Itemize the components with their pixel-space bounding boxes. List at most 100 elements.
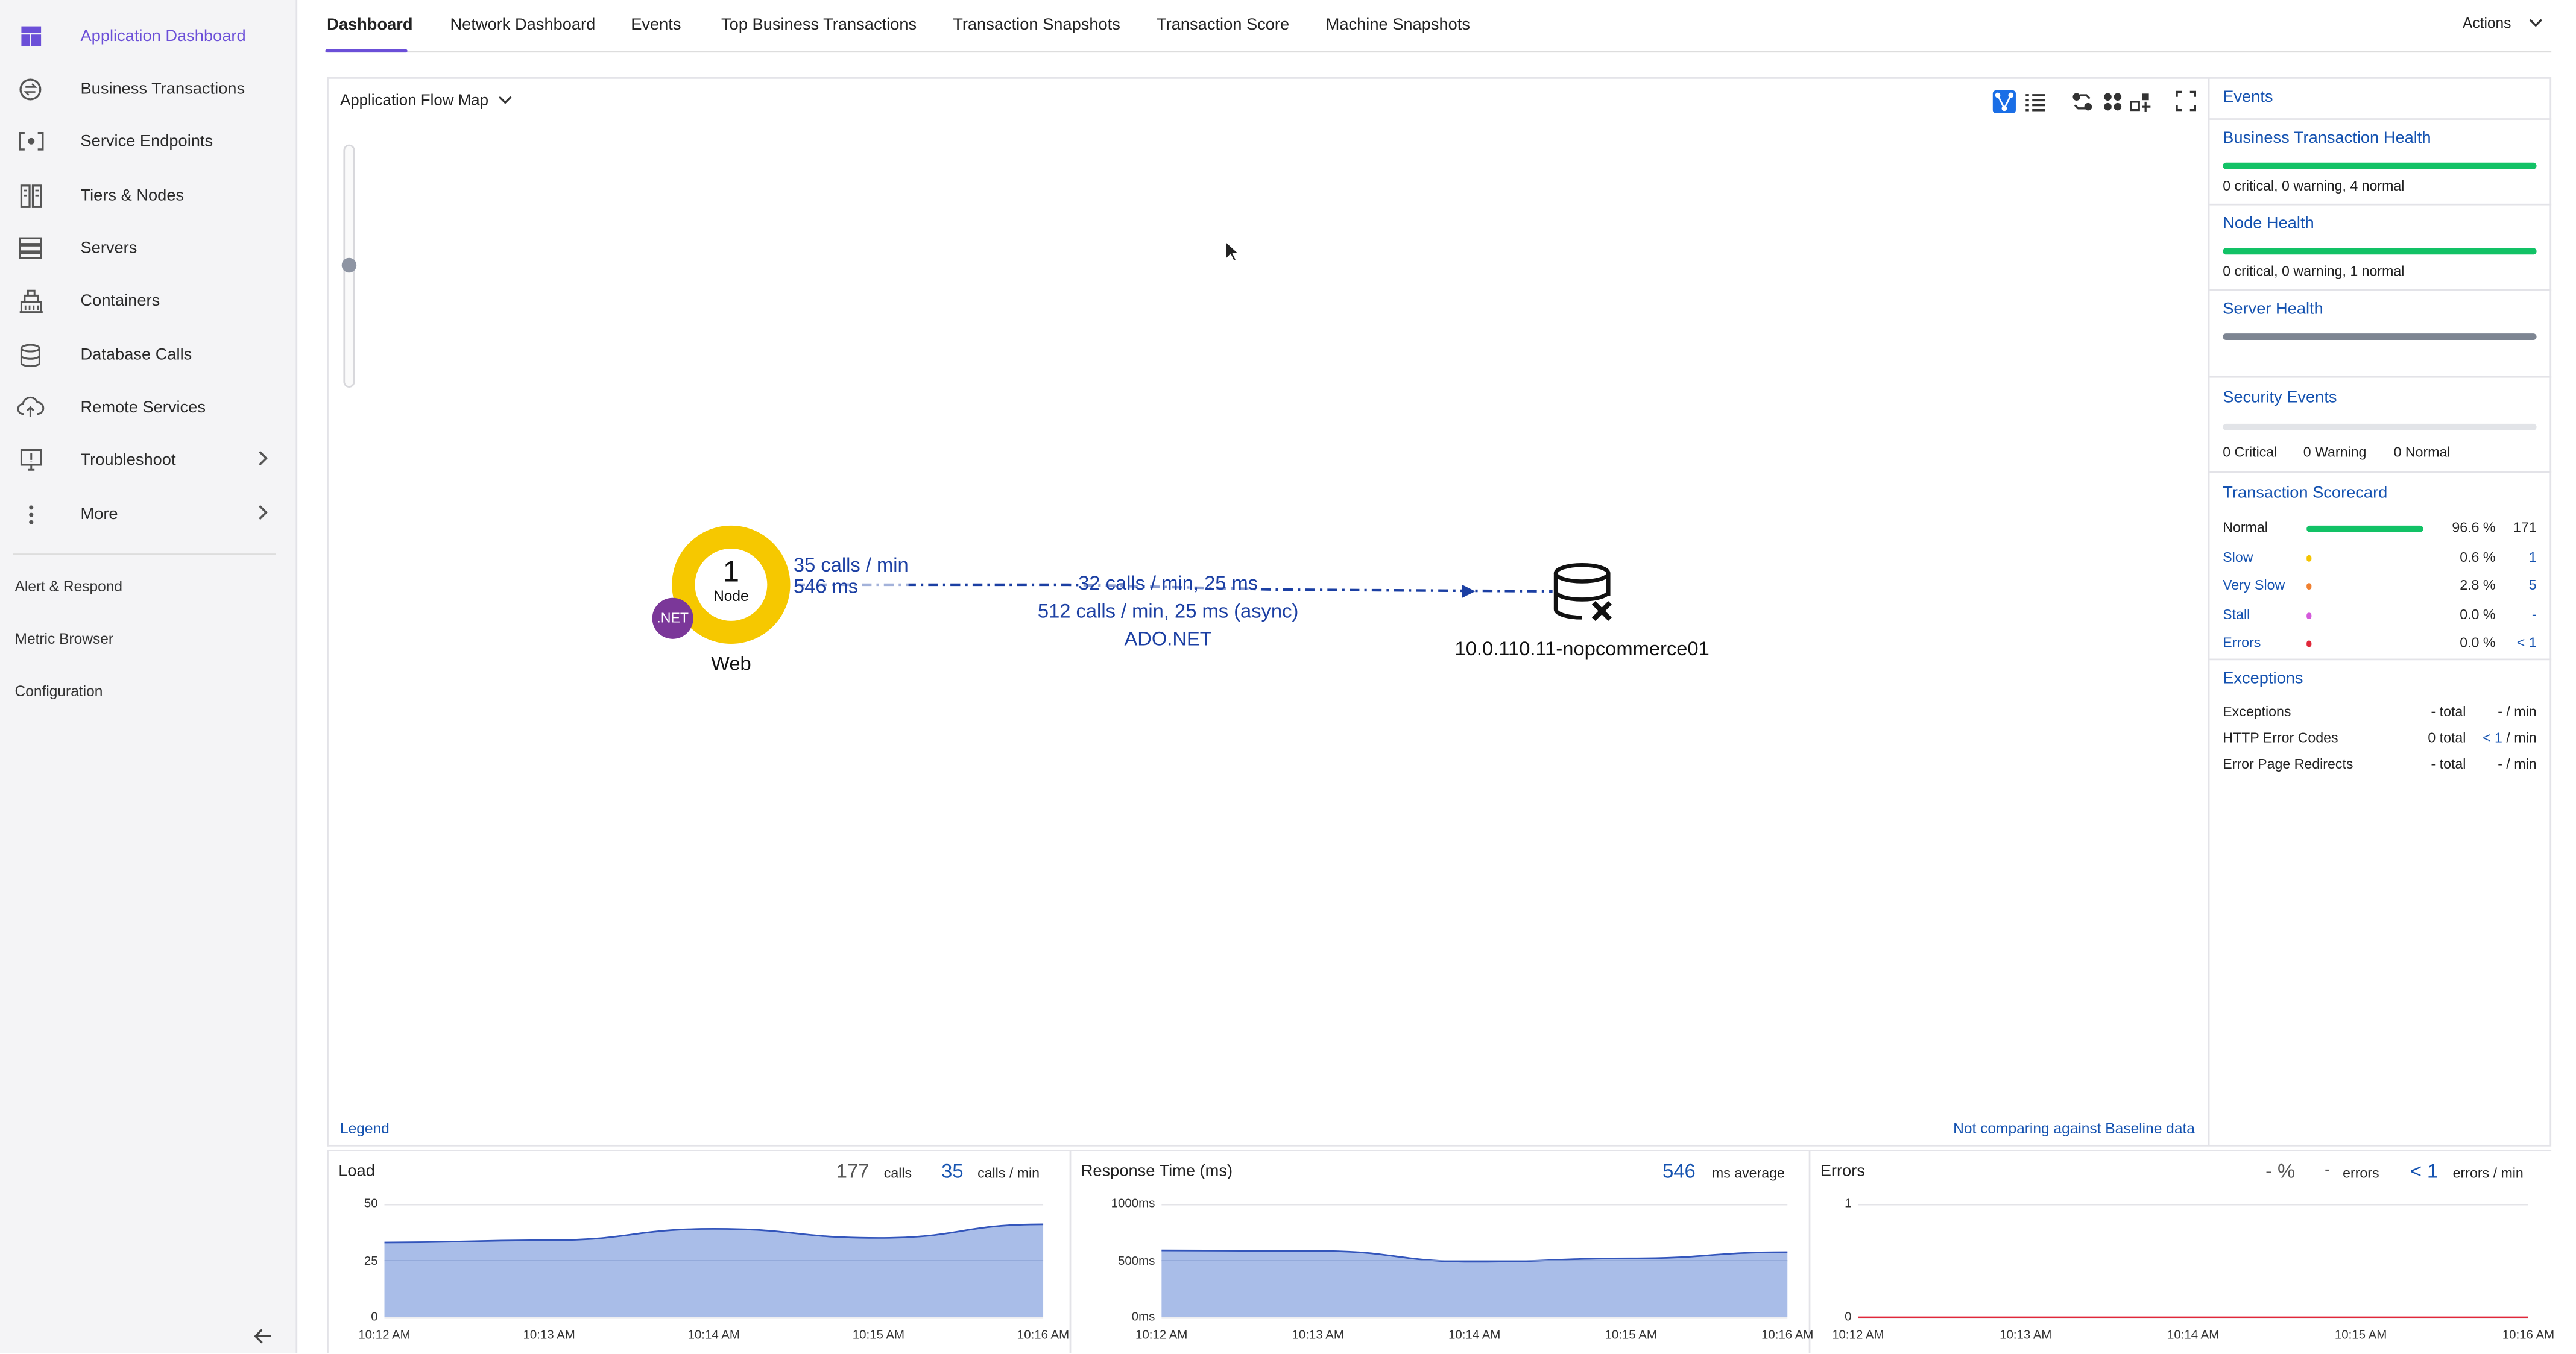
containers-icon <box>16 286 44 314</box>
http-error-codes-rate-link[interactable]: < 1 <box>2483 729 2502 746</box>
sidebar-item-containers[interactable]: Containers <box>0 276 297 326</box>
scorecard-label[interactable]: Stall <box>2223 606 2250 622</box>
x-tick-label: 10:12 AM <box>358 1327 411 1342</box>
x-tick-label: 10:16 AM <box>1761 1327 1814 1342</box>
auto-arrange-icon[interactable] <box>2070 90 2093 113</box>
scorecard-row[interactable]: Errors 0.0 % < 1 <box>2223 635 2536 655</box>
edge-sync-calls: 32 calls / min, 25 ms <box>1078 570 1258 598</box>
bt-health-bar <box>2223 162 2537 169</box>
scorecard-label[interactable]: Very Slow <box>2223 577 2285 593</box>
edge-async-calls: 512 calls / min, 25 ms (async) <box>1037 599 1299 623</box>
actions-menu[interactable]: Actions <box>2463 15 2543 31</box>
node-type: Node <box>713 588 749 605</box>
zoom-slider-handle[interactable] <box>341 257 357 273</box>
load-rate-value: 35 <box>941 1159 964 1183</box>
load-chart-plot[interactable] <box>384 1204 1047 1320</box>
scorecard-row[interactable]: Stall 0.0 % - <box>2223 606 2536 626</box>
sidebar-link-alert-respond[interactable]: Alert & Respond <box>15 578 123 594</box>
load-chart-title: Load <box>338 1162 375 1181</box>
divider <box>2209 289 2552 291</box>
fullscreen-icon[interactable] <box>2175 90 2198 113</box>
sidebar-item-service-endpoints[interactable]: Service Endpoints <box>0 116 297 166</box>
divider <box>2209 118 2552 120</box>
x-tick-label: 10:16 AM <box>2502 1327 2555 1342</box>
node-health-link[interactable]: Node Health <box>2223 215 2314 233</box>
sidebar-item-application-dashboard[interactable]: Application Dashboard <box>0 11 297 61</box>
tab-transaction-snapshots[interactable]: Transaction Snapshots <box>953 16 1120 34</box>
transaction-scorecard-link[interactable]: Transaction Scorecard <box>2223 485 2387 503</box>
http-error-codes-total: 0 total <box>2428 729 2466 746</box>
node-health-bar <box>2223 248 2537 255</box>
bt-health-link[interactable]: Business Transaction Health <box>2223 130 2431 148</box>
scorecard-label[interactable]: Errors <box>2223 635 2261 651</box>
baseline-link[interactable]: Not comparing against Baseline data <box>1889 1120 2195 1136</box>
load-rate-unit: calls / min <box>977 1164 1040 1181</box>
flow-map-selector[interactable]: Application Flow Map <box>340 92 513 110</box>
exceptions-link[interactable]: Exceptions <box>2223 670 2303 688</box>
y-tick-label: 1 <box>1845 1195 1852 1211</box>
sidebar-item-label: More <box>80 505 118 523</box>
scorecard-count[interactable]: < 1 <box>2496 635 2537 651</box>
x-tick-label: 10:13 AM <box>2000 1327 2052 1342</box>
group-nodes-icon[interactable] <box>2101 90 2124 113</box>
list-view-icon[interactable] <box>2024 90 2047 113</box>
scorecard-label[interactable]: Slow <box>2223 548 2253 564</box>
tab-top-business-transactions[interactable]: Top Business Transactions <box>721 16 917 34</box>
sidebar-item-label: Troubleshoot <box>80 450 176 469</box>
node-health-summary: 0 critical, 0 warning, 1 normal <box>2223 262 2405 280</box>
node-count: 1 <box>722 555 740 588</box>
security-events-link[interactable]: Security Events <box>2223 389 2337 408</box>
security-events-bar <box>2223 423 2537 430</box>
scorecard-row[interactable]: Very Slow 2.8 % 5 <box>2223 577 2536 597</box>
chevron-down-icon <box>498 96 512 104</box>
tab-transaction-score[interactable]: Transaction Score <box>1157 16 1289 34</box>
sidebar-item-more[interactable]: More <box>0 490 297 539</box>
scorecard-count[interactable]: - <box>2496 606 2537 622</box>
app-root: Application Dashboard Business Transacti… <box>0 0 2576 1353</box>
sidebar-link-metric-browser[interactable]: Metric Browser <box>15 631 114 647</box>
scorecard-label: Normal <box>2223 518 2268 536</box>
tab-machine-snapshots[interactable]: Machine Snapshots <box>1326 16 1470 34</box>
http-error-codes-label: HTTP Error Codes <box>2223 729 2338 746</box>
security-critical: 0 Critical <box>2223 443 2278 460</box>
sidebar-link-configuration[interactable]: Configuration <box>15 683 103 699</box>
server-health-link[interactable]: Server Health <box>2223 301 2323 319</box>
errors-count-unit: errors <box>2343 1164 2379 1181</box>
scorecard-row[interactable]: Slow 0.6 % 1 <box>2223 548 2536 568</box>
server-health-bar <box>2223 333 2537 340</box>
sidebar-item-servers[interactable]: Servers <box>0 224 297 273</box>
scorecard-count[interactable]: 1 <box>2496 548 2537 564</box>
sidebar-item-business-transactions[interactable]: Business Transactions <box>0 64 297 113</box>
tab-events[interactable]: Events <box>631 16 681 34</box>
events-link[interactable]: Events <box>2223 89 2273 107</box>
layout-options-icon[interactable] <box>2129 90 2152 113</box>
edge-protocol: ADO.NET <box>1124 627 1212 650</box>
node-inner: 1 Node <box>695 548 768 621</box>
collapse-sidebar-icon[interactable] <box>253 1324 273 1353</box>
errors-chart-plot[interactable] <box>1858 1204 2531 1320</box>
scorecard-pct: 2.8 % <box>2460 576 2496 594</box>
y-tick-label: 50 <box>364 1195 378 1211</box>
sidebar-item-label: Database Calls <box>80 345 192 364</box>
tab-network-dashboard[interactable]: Network Dashboard <box>450 16 596 34</box>
x-tick-label: 10:15 AM <box>1605 1327 1657 1342</box>
x-tick-label: 10:13 AM <box>1292 1327 1344 1342</box>
scorecard-bar <box>2306 612 2312 619</box>
incoming-calls-rate: 35 calls / min <box>793 553 909 577</box>
scorecard-count[interactable]: 5 <box>2496 577 2537 593</box>
response-avg-unit: ms average <box>1711 1164 1785 1181</box>
response-chart-plot[interactable] <box>1161 1204 1790 1320</box>
sidebar-item-tiers-nodes[interactable]: Tiers & Nodes <box>0 171 297 220</box>
error-page-redirects-label: Error Page Redirects <box>2223 755 2353 772</box>
response-avg-value: 546 <box>1662 1159 1696 1183</box>
y-tick-label: 0ms <box>1131 1309 1155 1324</box>
sidebar-item-remote-services[interactable]: Remote Services <box>0 383 297 432</box>
legend-link[interactable]: Legend <box>340 1120 390 1136</box>
tab-dashboard[interactable]: Dashboard <box>327 16 412 34</box>
sidebar-item-label: Application Dashboard <box>80 27 246 45</box>
sidebar-item-troubleshoot[interactable]: Troubleshoot <box>0 435 297 485</box>
flow-map-view-icon[interactable] <box>1992 90 2016 113</box>
sidebar-item-database-calls[interactable]: Database Calls <box>0 330 297 380</box>
database-backend-icon[interactable] <box>1553 562 1618 632</box>
x-tick-label: 10:15 AM <box>852 1327 905 1342</box>
